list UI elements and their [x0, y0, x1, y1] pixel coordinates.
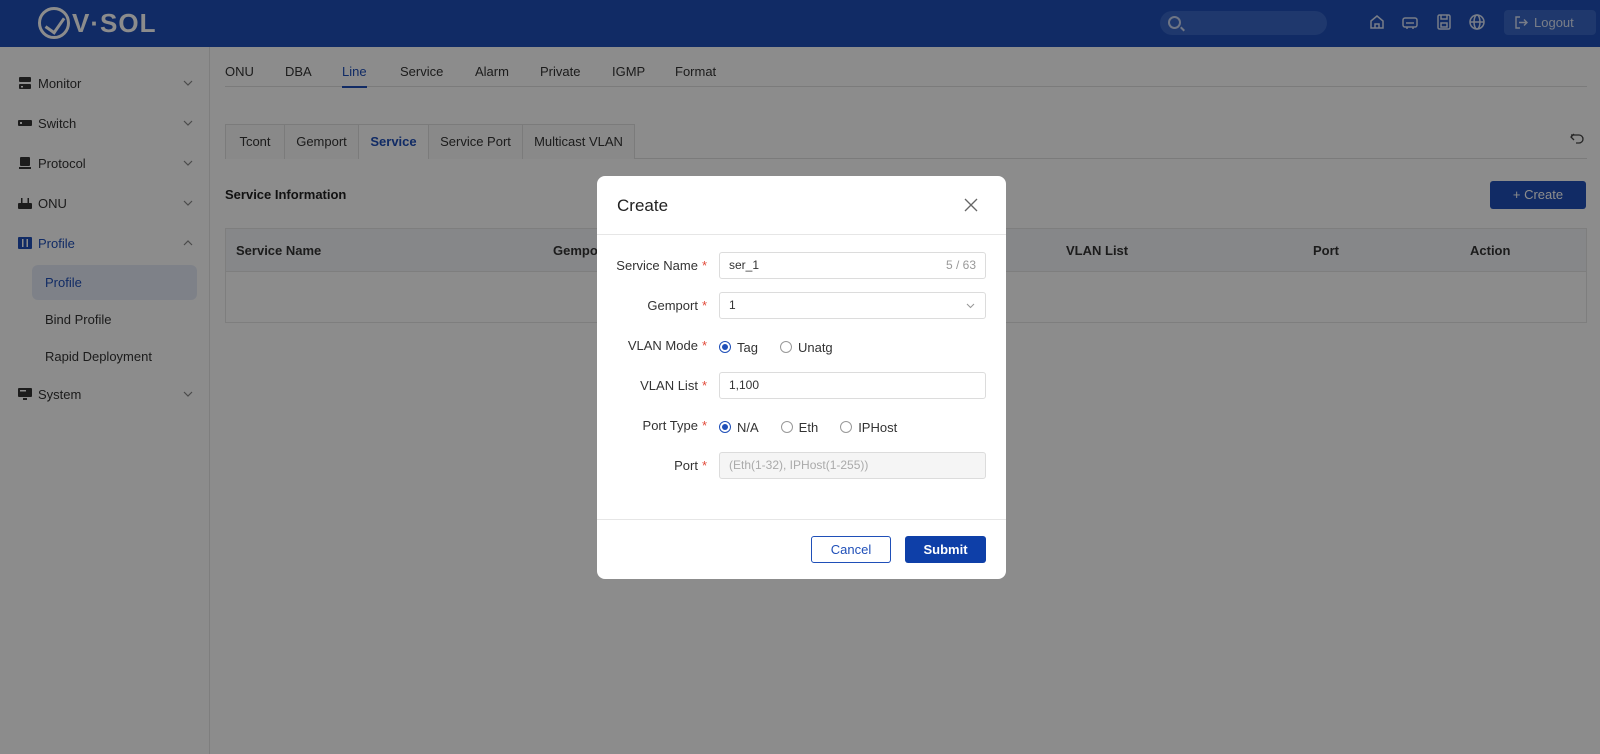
radio-unatg[interactable] — [779, 341, 792, 353]
radio-label-iphost[interactable]: IPHost — [858, 420, 897, 435]
cancel-button[interactable]: Cancel — [811, 536, 891, 563]
field-label-gemport: Gemport * — [647, 298, 707, 313]
port-placeholder: (Eth(1-32), IPHost(1-255)) — [729, 458, 869, 472]
chevron-down-icon — [966, 303, 975, 309]
radio-label-unatg[interactable]: Unatg — [798, 340, 833, 355]
service-name-input[interactable]: ser_1 5 / 63 — [719, 252, 986, 279]
close-icon[interactable] — [964, 198, 978, 212]
field-label-vlan-mode: VLAN Mode * — [627, 338, 707, 353]
radio-na[interactable] — [719, 421, 731, 433]
radio-label-eth[interactable]: Eth — [799, 420, 819, 435]
field-label-port-type: Port Type * — [642, 418, 707, 433]
required-mark: * — [701, 378, 707, 393]
required-mark: * — [701, 418, 707, 433]
radio-tag[interactable] — [719, 341, 731, 353]
radio-label-tag[interactable]: Tag — [737, 340, 758, 355]
field-label-port: Port * — [674, 458, 707, 473]
divider — [597, 234, 1006, 235]
required-mark: * — [701, 458, 707, 473]
required-mark: * — [701, 298, 707, 313]
vlan-mode-radio-group: Tag Unatg — [719, 339, 855, 355]
divider — [597, 519, 1006, 520]
radio-eth[interactable] — [780, 421, 793, 433]
port-type-radio-group: N/A Eth IPHost — [719, 419, 919, 435]
submit-button[interactable]: Submit — [905, 536, 986, 563]
char-counter: 5 / 63 — [945, 258, 976, 272]
gemport-select[interactable]: 1 — [719, 292, 986, 319]
service-name-value: ser_1 — [729, 258, 760, 272]
radio-label-na[interactable]: N/A — [737, 420, 759, 435]
gemport-value: 1 — [729, 298, 736, 312]
field-label-service-name: Service Name * — [616, 258, 707, 273]
vlan-list-input[interactable]: 1,100 — [719, 372, 986, 399]
create-dialog: Create Service Name * ser_1 5 / 63 Gempor… — [597, 176, 1006, 579]
radio-iphost[interactable] — [840, 421, 853, 433]
field-label-vlan-list: VLAN List * — [640, 378, 707, 393]
required-mark: * — [701, 338, 707, 353]
vlan-list-value: 1,100 — [729, 378, 760, 392]
dialog-title: Create — [617, 196, 669, 215]
port-input: (Eth(1-32), IPHost(1-255)) — [719, 452, 986, 479]
required-mark: * — [701, 258, 707, 273]
